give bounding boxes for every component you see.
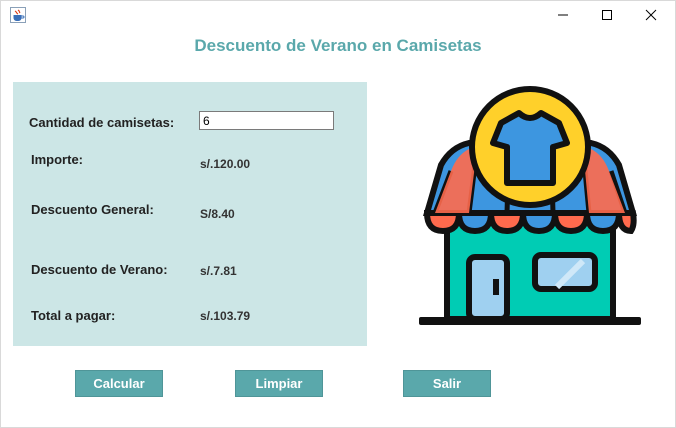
t-shirt-store-icon	[419, 86, 641, 325]
total-value: s/.103.79	[200, 309, 251, 323]
minimize-icon	[558, 14, 568, 16]
close-button[interactable]	[628, 1, 674, 29]
close-icon	[645, 9, 657, 21]
descuento-general-label: Descuento General:	[31, 202, 154, 217]
total-label: Total a pagar:	[31, 308, 116, 323]
cantidad-label: Cantidad de camisetas:	[29, 115, 175, 130]
form-panel: Cantidad de camisetas: Importe: s/.120.0…	[13, 82, 367, 346]
title-bar	[1, 1, 675, 29]
descuento-verano-label: Descuento de Verano:	[31, 262, 168, 277]
page-title: Descuento de Verano en Camisetas	[194, 36, 482, 55]
descuento-general-value: S/8.40	[200, 207, 235, 221]
java-cup-icon	[10, 7, 26, 23]
descuento-verano-value: s/.7.81	[200, 264, 237, 278]
app-window: Descuento de Verano en Camisetas Cantida…	[0, 0, 676, 428]
cantidad-input[interactable]	[199, 111, 334, 130]
importe-label: Importe:	[31, 152, 83, 167]
limpiar-button[interactable]: Limpiar	[235, 370, 323, 397]
salir-button[interactable]: Salir	[403, 370, 491, 397]
maximize-button[interactable]	[584, 1, 630, 29]
maximize-icon	[602, 10, 612, 20]
minimize-button[interactable]	[540, 1, 586, 29]
importe-value: s/.120.00	[200, 157, 251, 171]
calcular-button[interactable]: Calcular	[75, 370, 163, 397]
